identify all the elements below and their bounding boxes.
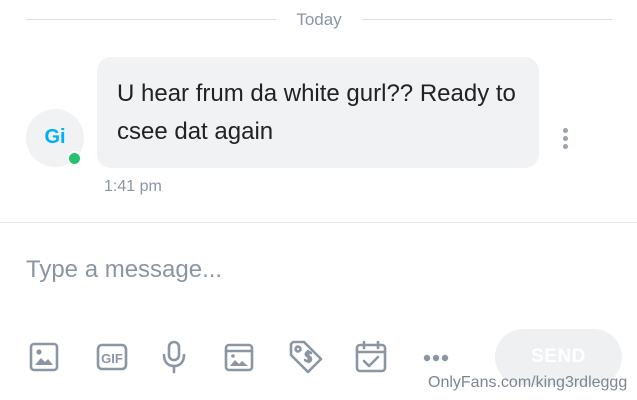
divider-line-left (26, 19, 276, 20)
divider-line-right (362, 19, 612, 20)
message-input[interactable] (26, 248, 606, 292)
avatar-initials: Gi (44, 126, 66, 148)
more-options-icon[interactable] (417, 338, 455, 376)
microphone-icon[interactable] (155, 338, 193, 376)
sender-avatar[interactable]: Gi (26, 109, 84, 167)
date-label: Today (296, 10, 342, 29)
online-status-dot (67, 151, 82, 166)
gif-icon[interactable]: GIF (93, 338, 131, 376)
vault-media-icon[interactable] (220, 338, 258, 376)
message-options-icon[interactable] (556, 124, 574, 152)
message-text: U hear frum da white gurl?? Ready to cse… (117, 80, 516, 145)
svg-text:GIF: GIF (101, 351, 123, 366)
image-icon[interactable] (25, 338, 63, 376)
message-bubble: U hear frum da white gurl?? Ready to cse… (97, 57, 539, 168)
watermark-text: OnlyFans.com/king3rdleggg (428, 374, 628, 391)
message-timestamp: 1:41 pm (104, 178, 162, 195)
date-divider: Today (26, 8, 612, 32)
price-tag-icon[interactable] (287, 338, 325, 376)
composer-separator (0, 222, 637, 223)
calendar-icon[interactable] (352, 338, 390, 376)
